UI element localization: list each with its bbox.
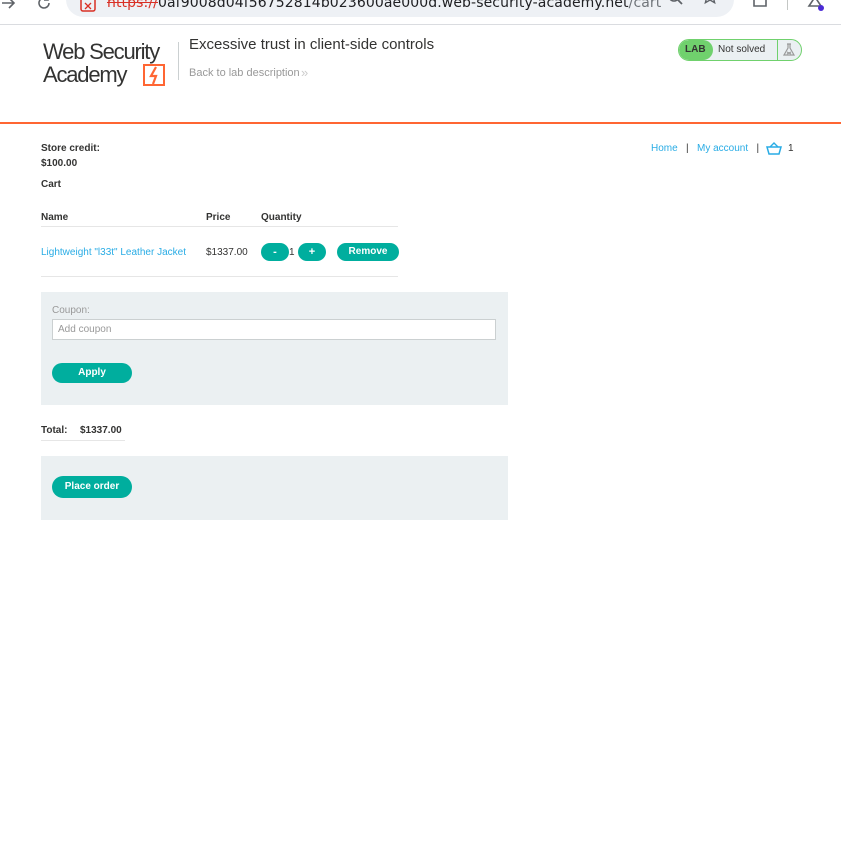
nav-separator: | xyxy=(756,143,760,154)
nav-home-link[interactable]: Home xyxy=(651,143,678,154)
reload-icon[interactable] xyxy=(35,0,53,12)
apply-coupon-button[interactable]: Apply xyxy=(52,363,132,383)
lab-title: Excessive trust in client-side controls xyxy=(189,36,435,53)
product-name-link[interactable]: Lightweight "l33t" Leather Jacket xyxy=(41,247,186,258)
web-security-academy-logo[interactable]: Web Security Academy xyxy=(42,39,178,89)
logo-line-2: Academy xyxy=(43,62,128,87)
increase-quantity-button[interactable]: + xyxy=(298,243,326,261)
remove-item-button[interactable]: Remove xyxy=(337,243,399,261)
double-chevron-right-icon[interactable]: » xyxy=(301,65,308,80)
nav-separator: | xyxy=(686,143,689,154)
total-value: $1337.00 xyxy=(80,425,122,436)
address-bar[interactable]: https://0af9008d04f56752814b023600ae000d… xyxy=(66,0,734,17)
logo-bolt-icon xyxy=(143,64,167,91)
place-order-panel: Place order xyxy=(41,456,508,520)
forward-icon[interactable] xyxy=(0,0,18,12)
top-navigation: Home | My account | xyxy=(651,143,759,157)
search-icon[interactable] xyxy=(668,0,684,14)
browser-toolbar: https://0af9008d04f56752814b023600ae000d… xyxy=(0,0,841,25)
total-label: Total: xyxy=(41,425,68,436)
logo-line-1: Web Security xyxy=(43,39,160,64)
total-rule xyxy=(41,440,125,441)
coupon-label: Coupon: xyxy=(52,305,90,316)
decrease-quantity-button[interactable]: - xyxy=(261,243,289,261)
bookmark-star-icon[interactable] xyxy=(702,0,718,14)
lab-badge-label: LAB xyxy=(685,44,706,55)
quantity-value: 1 xyxy=(289,247,295,258)
toolbar-divider xyxy=(787,0,788,10)
table-header-rule xyxy=(41,226,398,227)
flask-icon xyxy=(782,43,796,60)
column-header-price: Price xyxy=(206,212,231,223)
store-credit-value: $100.00 xyxy=(41,158,78,169)
product-price: $1337.00 xyxy=(206,247,248,258)
table-row-rule xyxy=(41,276,398,277)
lab-status-widget: LAB Not solved xyxy=(678,39,802,61)
url-host: 0af9008d04f56752814b023600ae000d.web-sec… xyxy=(157,0,629,11)
lab-badge: LAB xyxy=(679,40,713,60)
extensions-icon[interactable] xyxy=(752,0,770,15)
column-header-quantity: Quantity xyxy=(261,212,302,223)
not-secure-icon[interactable] xyxy=(80,0,96,18)
lab-status-text: Not solved xyxy=(718,44,766,55)
coupon-input[interactable] xyxy=(52,319,496,340)
lab-status-divider xyxy=(777,40,778,60)
url-text[interactable]: https://0af9008d04f56752814b023600ae000d… xyxy=(107,0,661,11)
back-to-lab-description-link[interactable]: Back to lab description xyxy=(189,67,300,79)
lab-header: Web Security Academy Excessive trust in … xyxy=(0,25,841,124)
url-path: /cart xyxy=(628,0,662,11)
coupon-panel: Coupon: Apply xyxy=(41,292,508,405)
place-order-button[interactable]: Place order xyxy=(52,476,132,498)
nav-my-account-link[interactable]: My account xyxy=(697,143,748,154)
column-header-name: Name xyxy=(41,212,69,223)
cart-count[interactable]: 1 xyxy=(788,143,794,154)
cart-icon[interactable] xyxy=(765,141,783,161)
notification-dot xyxy=(818,5,824,11)
url-scheme: https:// xyxy=(107,0,158,11)
cart-heading: Cart xyxy=(41,179,62,190)
header-divider xyxy=(178,42,179,80)
store-credit-label: Store credit: xyxy=(41,143,100,154)
